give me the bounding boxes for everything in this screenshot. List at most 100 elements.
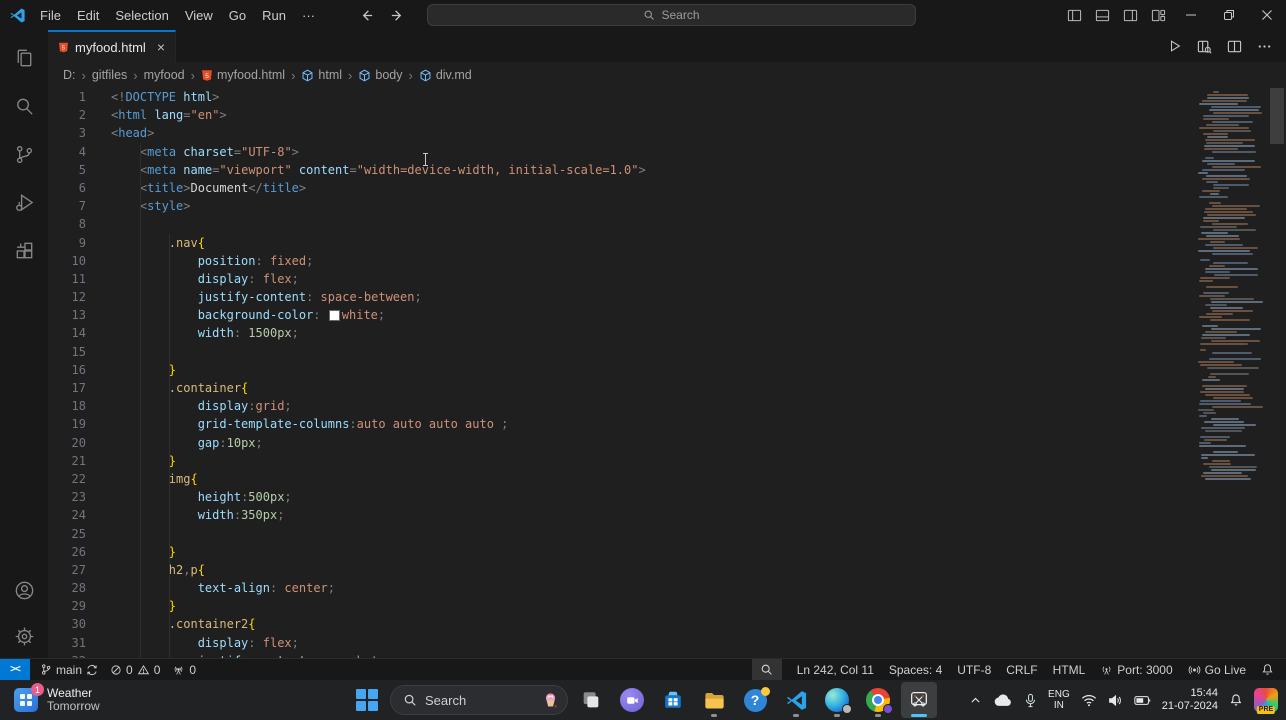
run-debug-icon[interactable] bbox=[0, 178, 48, 226]
taskbar-search-box[interactable]: Search bbox=[390, 685, 568, 715]
language-indicator[interactable]: ENG IN bbox=[1048, 689, 1070, 711]
code-line[interactable]: 28 text-align: center; bbox=[48, 579, 1286, 597]
breadcrumb-item-myfoodhtml[interactable]: 5 myfood.html bbox=[201, 68, 285, 82]
code-line[interactable]: 10 position: fixed; bbox=[48, 252, 1286, 270]
breadcrumb-item-gitfiles[interactable]: gitfiles bbox=[92, 68, 127, 82]
code-line[interactable]: 5 <meta name="viewport" content="width=d… bbox=[48, 161, 1286, 179]
problems-indicator[interactable]: 0 0 bbox=[110, 663, 160, 677]
photos-preview-icon[interactable]: PRE bbox=[1254, 688, 1278, 714]
close-window-button[interactable] bbox=[1248, 0, 1286, 30]
go-live-button[interactable]: Go Live bbox=[1188, 663, 1246, 677]
start-button[interactable] bbox=[349, 682, 385, 718]
code-line[interactable]: 27 h2,p{ bbox=[48, 561, 1286, 579]
onedrive-cloud-icon[interactable] bbox=[993, 693, 1013, 707]
microsoft-store-button[interactable] bbox=[655, 682, 691, 718]
code-line[interactable]: 6 <title>Document</title> bbox=[48, 179, 1286, 197]
menu-run[interactable]: Run bbox=[254, 5, 294, 26]
clock[interactable]: 15:44 21-07-2024 bbox=[1162, 687, 1218, 713]
search-sidebar-icon[interactable] bbox=[0, 82, 48, 130]
minimize-button[interactable] bbox=[1172, 0, 1210, 30]
code-line[interactable]: 20 gap:10px; bbox=[48, 434, 1286, 452]
edge-button[interactable] bbox=[819, 682, 855, 718]
customize-layout-button[interactable] bbox=[1144, 0, 1172, 30]
code-line[interactable]: 18 display:grid; bbox=[48, 397, 1286, 415]
code-line[interactable]: 23 height:500px; bbox=[48, 488, 1286, 506]
code-line[interactable]: 2 <html lang="en"> bbox=[48, 106, 1286, 124]
menu-more[interactable]: ··· bbox=[294, 5, 323, 26]
maximize-restore-button[interactable] bbox=[1210, 0, 1248, 30]
breadcrumb-item-divmd[interactable]: div.md bbox=[419, 68, 472, 82]
toggle-panel-button[interactable] bbox=[1088, 0, 1116, 30]
code-line[interactable]: 15 bbox=[48, 343, 1286, 361]
back-arrow-icon[interactable] bbox=[359, 8, 374, 23]
code-line[interactable]: 7 <style> bbox=[48, 197, 1286, 215]
encoding-setting[interactable]: UTF-8 bbox=[957, 663, 991, 677]
forward-arrow-icon[interactable] bbox=[390, 8, 405, 23]
volume-icon[interactable] bbox=[1108, 694, 1123, 707]
tab-myfood-html[interactable]: 5 myfood.html × bbox=[48, 30, 176, 62]
file-explorer-button[interactable] bbox=[696, 682, 732, 718]
code-line[interactable]: 9 .nav{ bbox=[48, 234, 1286, 252]
code-line[interactable]: 11 display: flex; bbox=[48, 270, 1286, 288]
open-preview-button[interactable] bbox=[1197, 39, 1212, 54]
toggle-secondary-sidebar-button[interactable] bbox=[1116, 0, 1144, 30]
run-file-button[interactable] bbox=[1168, 39, 1182, 53]
code-line[interactable]: 4 <meta charset="UTF-8"> bbox=[48, 143, 1286, 161]
accounts-icon[interactable] bbox=[0, 566, 48, 614]
code-editor[interactable]: 1 <!DOCTYPE html> 2 <html lang="en"> 3 <head>… bbox=[48, 88, 1286, 658]
toggle-sidebar-button[interactable] bbox=[1060, 0, 1088, 30]
cursor-position[interactable]: Ln 242, Col 11 bbox=[797, 663, 874, 677]
battery-icon[interactable] bbox=[1134, 695, 1151, 706]
chrome-button[interactable] bbox=[860, 682, 896, 718]
code-line[interactable]: 17 .container{ bbox=[48, 379, 1286, 397]
minimap[interactable] bbox=[1195, 91, 1264, 481]
menu-file[interactable]: File bbox=[32, 5, 69, 26]
code-line[interactable]: 16 } bbox=[48, 361, 1286, 379]
wifi-icon[interactable] bbox=[1081, 694, 1097, 707]
indentation-setting[interactable]: Spaces: 4 bbox=[889, 663, 942, 677]
code-line[interactable]: 21 } bbox=[48, 452, 1286, 470]
menu-go[interactable]: Go bbox=[221, 5, 254, 26]
breadcrumb-item-d[interactable]: D: bbox=[63, 68, 76, 82]
notifications-bell-icon[interactable] bbox=[1261, 663, 1274, 676]
breadcrumb-item-body[interactable]: body bbox=[358, 68, 402, 82]
snipping-tool-button[interactable] bbox=[901, 682, 937, 718]
code-line[interactable]: 12 justify-content: space-between; bbox=[48, 288, 1286, 306]
settings-gear-icon[interactable] bbox=[0, 614, 48, 658]
menu-selection[interactable]: Selection bbox=[107, 5, 176, 26]
vscode-button[interactable] bbox=[778, 682, 814, 718]
menu-view[interactable]: View bbox=[177, 5, 221, 26]
tab-close-icon[interactable]: × bbox=[157, 40, 165, 54]
eol-setting[interactable]: CRLF bbox=[1006, 663, 1037, 677]
notifications-icon[interactable] bbox=[1229, 693, 1243, 707]
get-help-button[interactable]: ? bbox=[737, 682, 773, 718]
tray-chevron-up-icon[interactable] bbox=[969, 694, 982, 707]
code-line[interactable]: 8 bbox=[48, 215, 1286, 233]
code-line[interactable]: 25 bbox=[48, 525, 1286, 543]
code-line[interactable]: 14 width: 1500px; bbox=[48, 324, 1286, 342]
task-view-button[interactable] bbox=[573, 682, 609, 718]
code-line[interactable]: 1 <!DOCTYPE html> bbox=[48, 88, 1286, 106]
ports-indicator[interactable]: 0 bbox=[172, 663, 196, 677]
code-line[interactable]: 26 } bbox=[48, 543, 1286, 561]
explorer-icon[interactable] bbox=[0, 34, 48, 82]
code-line[interactable]: 24 width:350px; bbox=[48, 506, 1286, 524]
port-indicator[interactable]: Port: 3000 bbox=[1100, 663, 1173, 677]
remote-indicator[interactable]: >< bbox=[0, 659, 30, 680]
code-line[interactable]: 31 display: flex; bbox=[48, 634, 1286, 652]
code-line[interactable]: 19 grid-template-columns:auto auto auto … bbox=[48, 415, 1286, 433]
breadcrumb-item-html[interactable]: html bbox=[301, 68, 342, 82]
code-line[interactable]: 13 background-color: white; bbox=[48, 306, 1286, 324]
code-line[interactable]: 29 } bbox=[48, 597, 1286, 615]
breadcrumb-item-myfood[interactable]: myfood bbox=[144, 68, 185, 82]
source-control-icon[interactable] bbox=[0, 130, 48, 178]
code-line[interactable]: 22 img{ bbox=[48, 470, 1286, 488]
scrollbar-thumb[interactable] bbox=[1270, 88, 1284, 144]
branch-indicator[interactable]: main bbox=[40, 663, 98, 677]
menu-edit[interactable]: Edit bbox=[69, 5, 107, 26]
microphone-icon[interactable] bbox=[1024, 693, 1037, 708]
more-actions-button[interactable] bbox=[1257, 39, 1272, 54]
code-line[interactable]: 3 <head> bbox=[48, 124, 1286, 142]
chat-button[interactable] bbox=[614, 682, 650, 718]
language-mode[interactable]: HTML bbox=[1053, 663, 1086, 677]
